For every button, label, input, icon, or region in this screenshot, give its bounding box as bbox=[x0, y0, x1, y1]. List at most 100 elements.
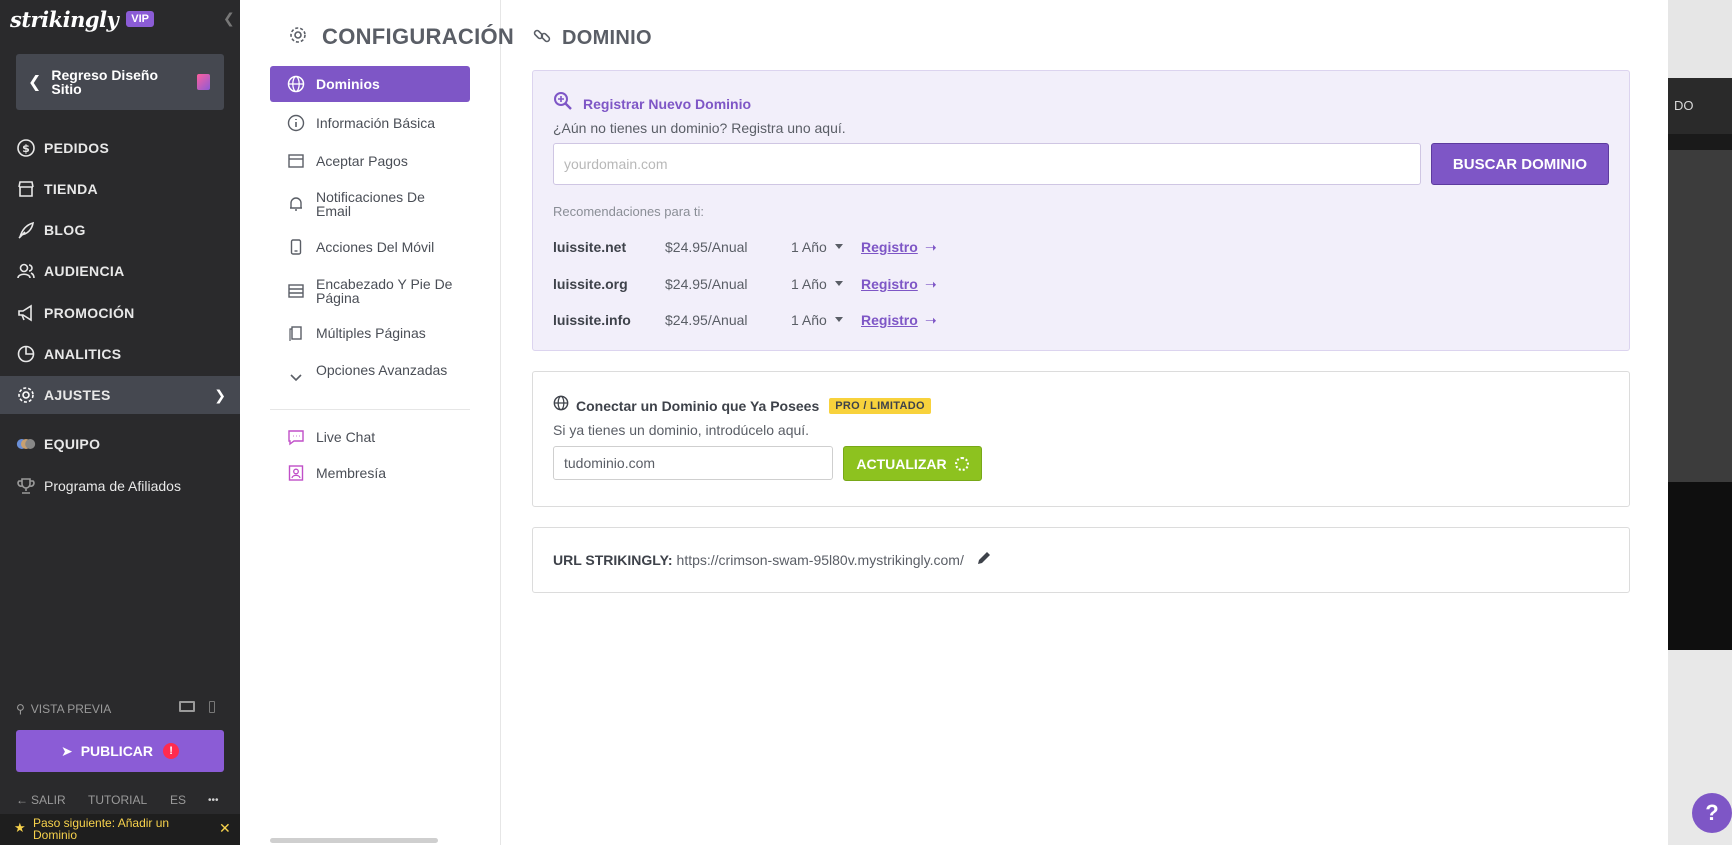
mobile-icon[interactable] bbox=[209, 701, 215, 713]
gear-icon bbox=[16, 385, 36, 405]
arrow-left-icon: ← bbox=[16, 793, 28, 807]
credit-card-icon bbox=[287, 152, 305, 170]
settings-item-paginas[interactable]: Múltiples Páginas bbox=[270, 322, 470, 344]
content-title-text: DOMINIO bbox=[562, 27, 652, 49]
desktop-icon[interactable] bbox=[179, 701, 195, 712]
settings-item-avanzadas[interactable]: Opciones Avanzadas bbox=[270, 361, 470, 393]
chevron-down-icon bbox=[287, 368, 305, 386]
register-link[interactable]: Registro bbox=[861, 276, 918, 292]
settings-divider bbox=[270, 409, 470, 410]
more-icon[interactable]: ••• bbox=[208, 795, 219, 806]
settings-item-membresia[interactable]: Membresía bbox=[270, 462, 470, 484]
settings-item-pagos[interactable]: Aceptar Pagos bbox=[270, 150, 470, 172]
term-select[interactable]: 1 Año bbox=[791, 239, 827, 255]
connect-heading: Conectar un Dominio que Ya Posees PRO / … bbox=[553, 395, 931, 416]
close-icon[interactable]: ✕ bbox=[219, 821, 231, 835]
star-icon: ★ bbox=[14, 820, 26, 835]
register-heading: Registrar Nuevo Dominio bbox=[553, 91, 751, 116]
nav-item-afiliados[interactable]: Programa de Afiliados bbox=[0, 467, 240, 505]
next-step-bar[interactable]: ★ Paso siguiente: Añadir un Dominio ✕ bbox=[0, 814, 240, 845]
member-icon bbox=[287, 464, 305, 482]
settings-item-label: Membresía bbox=[316, 465, 387, 481]
bg-block bbox=[1668, 134, 1732, 150]
megaphone-icon bbox=[16, 303, 36, 323]
nav-item-equipo[interactable]: EQUIPO bbox=[0, 425, 240, 463]
settings-modal: CONFIGURACIÓN Dominios Información Básic… bbox=[240, 0, 1668, 845]
language-link[interactable]: ES bbox=[170, 793, 186, 807]
bg-block bbox=[1668, 482, 1732, 650]
nav-label: ANALITICS bbox=[44, 346, 122, 362]
bg-peek-text: DO bbox=[1674, 98, 1694, 113]
domain-name: luissite.info bbox=[553, 312, 631, 328]
pro-limited-badge: PRO / LIMITADO bbox=[829, 397, 931, 414]
bg-nav-strip: DO bbox=[1668, 78, 1732, 134]
loading-spinner-icon bbox=[954, 456, 969, 471]
horizontal-scrollbar[interactable] bbox=[270, 838, 438, 843]
back-to-design-button[interactable]: ❮ Regreso Diseño Sitio bbox=[16, 54, 224, 110]
nav-label: TIENDA bbox=[44, 181, 98, 197]
register-link[interactable]: Registro bbox=[861, 239, 918, 255]
nav-item-promocion[interactable]: PROMOCIÓN bbox=[0, 294, 240, 332]
term-select[interactable]: 1 Año bbox=[791, 312, 827, 328]
pencil-icon[interactable] bbox=[976, 550, 992, 569]
nav-item-blog[interactable]: BLOG bbox=[0, 211, 240, 249]
tutorial-link[interactable]: TUTORIAL bbox=[88, 793, 147, 807]
logo[interactable]: strikingly bbox=[10, 7, 119, 32]
settings-title: CONFIGURACIÓN bbox=[288, 24, 514, 50]
link-icon bbox=[532, 26, 552, 51]
register-subtitle: ¿Aún no tienes un dominio? Registra uno … bbox=[553, 120, 846, 136]
left-sidebar: strikingly VIP ❮ ❮ Regreso Diseño Sitio … bbox=[0, 0, 240, 845]
arrow-right-icon: ➝ bbox=[925, 239, 937, 255]
preview-label[interactable]: VISTA PREVIA bbox=[31, 702, 111, 716]
recommendation-row: luissite.info $24.95/Anual 1 Año Registr… bbox=[553, 312, 1253, 332]
back-button-label: Regreso Diseño Sitio bbox=[51, 67, 158, 97]
help-button[interactable]: ? bbox=[1692, 793, 1732, 833]
chat-icon bbox=[287, 428, 305, 446]
people-icon bbox=[16, 261, 36, 281]
editor-background: DO bbox=[1668, 0, 1732, 845]
settings-item-livechat[interactable]: Live Chat bbox=[270, 426, 470, 448]
settings-item-label: Acciones Del Móvil bbox=[316, 239, 435, 255]
publish-button[interactable]: ➤ PUBLICAR ! bbox=[16, 730, 224, 772]
layout-icon bbox=[287, 282, 305, 300]
page-icon bbox=[197, 74, 210, 90]
settings-item-encabezado[interactable]: Encabezado Y Pie De Página bbox=[270, 275, 470, 307]
settings-item-notificaciones[interactable]: Notificaciones De Email bbox=[270, 188, 470, 220]
nav-label: AUDIENCIA bbox=[44, 263, 125, 279]
own-domain-input[interactable] bbox=[553, 446, 833, 480]
settings-item-label: Información Básica bbox=[316, 115, 436, 131]
bg-block bbox=[1668, 0, 1732, 78]
domain-search-input[interactable] bbox=[553, 143, 1421, 185]
connect-subtitle: Si ya tienes un dominio, introdúcelo aqu… bbox=[553, 422, 810, 438]
settings-item-label: Dominios bbox=[316, 76, 380, 92]
trophy-icon bbox=[16, 476, 36, 496]
arrow-right-icon: ➝ bbox=[925, 312, 937, 328]
settings-item-dominios[interactable]: Dominios bbox=[270, 66, 470, 102]
nav-item-analitics[interactable]: ANALITICS bbox=[0, 335, 240, 373]
exit-link[interactable]: SALIR bbox=[31, 793, 66, 807]
nav-item-ajustes[interactable]: AJUSTES ❯ bbox=[0, 376, 240, 414]
collapse-sidebar-icon[interactable]: ❮ bbox=[223, 10, 235, 27]
store-icon bbox=[16, 179, 36, 199]
settings-item-info[interactable]: Información Básica bbox=[270, 112, 470, 134]
nav-item-pedidos[interactable]: $ PEDIDOS bbox=[0, 129, 240, 167]
domain-price: $24.95/Anual bbox=[665, 276, 748, 292]
nav-label: Programa de Afiliados bbox=[44, 478, 181, 494]
dollar-circle-icon: $ bbox=[16, 138, 36, 158]
publish-label: PUBLICAR bbox=[80, 743, 154, 759]
gear-icon bbox=[288, 25, 308, 50]
term-select[interactable]: 1 Año bbox=[791, 276, 827, 292]
register-link[interactable]: Registro bbox=[861, 312, 918, 328]
caret-down-icon bbox=[835, 281, 843, 286]
settings-item-label: Aceptar Pagos bbox=[316, 153, 408, 169]
nav-item-audiencia[interactable]: AUDIENCIA bbox=[0, 252, 240, 290]
settings-item-label: Múltiples Páginas bbox=[316, 325, 426, 341]
rocket-icon: ➤ bbox=[60, 742, 73, 759]
arrow-right-icon: ➝ bbox=[925, 276, 937, 292]
settings-item-movil[interactable]: Acciones Del Móvil bbox=[270, 236, 470, 258]
nav-label: EQUIPO bbox=[44, 436, 101, 452]
update-button[interactable]: ACTUALIZAR bbox=[843, 446, 982, 481]
search-domain-button[interactable]: BUSCAR DOMINIO bbox=[1431, 143, 1609, 185]
strikingly-url-panel: URL STRIKINGLY: https://crimson-swam-95l… bbox=[532, 527, 1630, 593]
nav-item-tienda[interactable]: TIENDA bbox=[0, 170, 240, 208]
